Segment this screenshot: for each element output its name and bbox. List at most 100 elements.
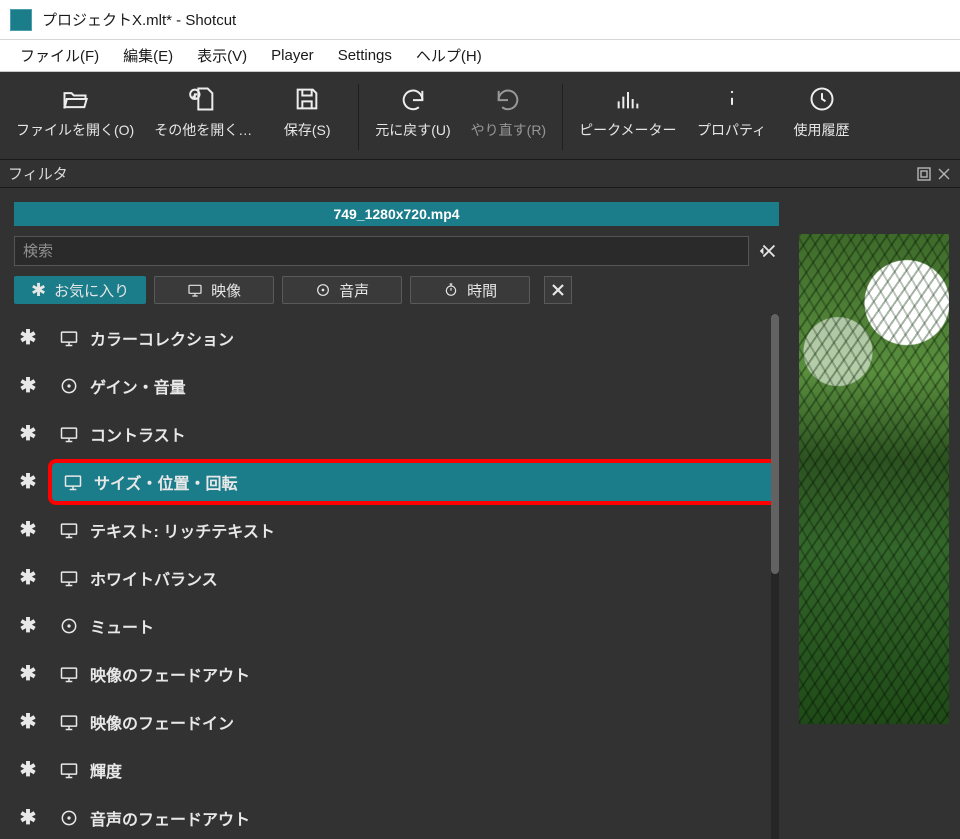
tab-label: 映像 [211, 280, 241, 301]
titlebar: プロジェクトX.mlt* - Shotcut [0, 0, 960, 40]
filter-item[interactable]: ✱ サイズ・位置・回転 [14, 458, 779, 506]
favorite-star-icon[interactable]: ✱ [18, 376, 38, 396]
filter-label: ゲイン・音量 [90, 374, 186, 398]
filter-item-body[interactable]: コントラスト [48, 411, 779, 457]
filter-item-body[interactable]: 輝度 [48, 747, 779, 793]
filter-label: 輝度 [90, 758, 122, 782]
filter-item[interactable]: ✱ 音声のフェードアウト [14, 794, 779, 839]
close-categories-button[interactable] [544, 276, 572, 304]
filter-item-selected[interactable]: サイズ・位置・回転 [48, 459, 779, 505]
menu-help[interactable]: ヘルプ(H) [404, 41, 494, 70]
menu-settings[interactable]: Settings [326, 43, 404, 68]
monitor-icon [62, 471, 84, 493]
filter-panel: 749_1280x720.mp4 ✱ お気に入り 映像 [0, 188, 793, 839]
clip-name-bar[interactable]: 749_1280x720.mp4 [14, 202, 779, 226]
preview-pane [793, 188, 960, 839]
filter-label: ホワイトバランス [90, 566, 218, 590]
tab-time[interactable]: 時間 [410, 276, 530, 304]
clear-search-icon[interactable] [757, 240, 779, 262]
disc-icon [315, 282, 331, 298]
favorite-star-icon[interactable]: ✱ [18, 472, 38, 492]
filter-label: カラーコレクション [90, 326, 234, 350]
disc-icon [58, 807, 80, 829]
panel-title: フィルタ [8, 163, 68, 184]
monitor-icon [58, 711, 80, 733]
peak-meter-button[interactable]: ピークメーター [569, 80, 686, 154]
favorite-star-icon[interactable]: ✱ [18, 424, 38, 444]
save-button[interactable]: 保存(S) [262, 80, 352, 154]
favorite-star-icon[interactable]: ✱ [18, 568, 38, 588]
tab-audio[interactable]: 音声 [282, 276, 402, 304]
filter-label: サイズ・位置・回転 [94, 470, 238, 494]
properties-button[interactable]: プロパティ [687, 80, 777, 154]
stopwatch-icon [443, 282, 459, 298]
bars-icon [613, 84, 643, 114]
filter-item[interactable]: ✱ 映像のフェードイン [14, 698, 779, 746]
tab-favorite[interactable]: ✱ お気に入り [14, 276, 146, 304]
favorite-star-icon[interactable]: ✱ [18, 520, 38, 540]
menu-edit[interactable]: 編集(E) [111, 41, 185, 70]
category-tabs: ✱ お気に入り 映像 音声 時間 [14, 276, 779, 304]
filter-item-body[interactable]: ミュート [48, 603, 779, 649]
filter-item-body[interactable]: 音声のフェードアウト [48, 795, 779, 839]
favorite-star-icon[interactable]: ✱ [18, 712, 38, 732]
preview-image [799, 234, 949, 724]
filter-item-body[interactable]: カラーコレクション [48, 315, 779, 361]
panel-close-icon[interactable] [936, 166, 952, 182]
open-other-button[interactable]: その他を開く… [144, 80, 262, 154]
search-row [14, 236, 779, 266]
filter-item[interactable]: ✱ 輝度 [14, 746, 779, 794]
filter-item-body[interactable]: テキスト: リッチテキスト [48, 507, 779, 553]
filter-label: ミュート [90, 614, 154, 638]
filter-item-body[interactable]: ホワイトバランス [48, 555, 779, 601]
clip-name: 749_1280x720.mp4 [333, 206, 459, 222]
filter-item[interactable]: ✱ カラーコレクション [14, 314, 779, 362]
toolbar-label: 使用履歴 [794, 120, 850, 140]
toolbar-label: 元に戻す(U) [375, 120, 450, 140]
disc-icon [58, 615, 80, 637]
folder-open-icon [60, 84, 90, 114]
monitor-icon [58, 327, 80, 349]
filter-item-body[interactable]: 映像のフェードイン [48, 699, 779, 745]
filter-item[interactable]: ✱ ホワイトバランス [14, 554, 779, 602]
monitor-icon [58, 663, 80, 685]
filter-item[interactable]: ✱ ミュート [14, 602, 779, 650]
document-plus-icon [188, 84, 218, 114]
scrollbar[interactable] [771, 314, 779, 839]
favorite-star-icon[interactable]: ✱ [18, 616, 38, 636]
filter-label: 映像のフェードイン [90, 710, 234, 734]
toolbar-label: プロパティ [697, 120, 766, 140]
menu-file[interactable]: ファイル(F) [8, 41, 111, 70]
search-input[interactable] [14, 236, 749, 266]
redo-button[interactable]: やり直す(R) [461, 80, 556, 154]
favorite-star-icon[interactable]: ✱ [18, 808, 38, 828]
open-file-button[interactable]: ファイルを開く(O) [6, 80, 144, 154]
favorite-star-icon[interactable]: ✱ [18, 664, 38, 684]
toolbar-separator [358, 84, 359, 150]
menubar: ファイル(F) 編集(E) 表示(V) Player Settings ヘルプ(… [0, 40, 960, 72]
content-row: 749_1280x720.mp4 ✱ お気に入り 映像 [0, 188, 960, 839]
monitor-icon [187, 282, 203, 298]
undo-button[interactable]: 元に戻す(U) [365, 80, 460, 154]
monitor-icon [58, 423, 80, 445]
filter-item[interactable]: ✱ ゲイン・音量 [14, 362, 779, 410]
scrollbar-thumb[interactable] [771, 314, 779, 574]
filter-item-body[interactable]: 映像のフェードアウト [48, 651, 779, 697]
favorite-star-icon[interactable]: ✱ [18, 328, 38, 348]
tab-video[interactable]: 映像 [154, 276, 274, 304]
filter-item[interactable]: ✱ 映像のフェードアウト [14, 650, 779, 698]
favorite-star-icon[interactable]: ✱ [18, 760, 38, 780]
filter-item[interactable]: ✱ テキスト: リッチテキスト [14, 506, 779, 554]
tab-label: 音声 [339, 280, 369, 301]
monitor-icon [58, 567, 80, 589]
panel-undock-icon[interactable] [916, 166, 932, 182]
menu-player[interactable]: Player [259, 43, 326, 68]
history-button[interactable]: 使用履歴 [777, 80, 867, 154]
redo-icon [493, 84, 523, 114]
toolbar: ファイルを開く(O) その他を開く… 保存(S) 元に戻す(U) やり直す(R [0, 72, 960, 160]
tab-label: 時間 [467, 280, 497, 301]
filter-item[interactable]: ✱ コントラスト [14, 410, 779, 458]
panel-header: フィルタ [0, 160, 960, 188]
filter-item-body[interactable]: ゲイン・音量 [48, 363, 779, 409]
menu-view[interactable]: 表示(V) [185, 41, 259, 70]
